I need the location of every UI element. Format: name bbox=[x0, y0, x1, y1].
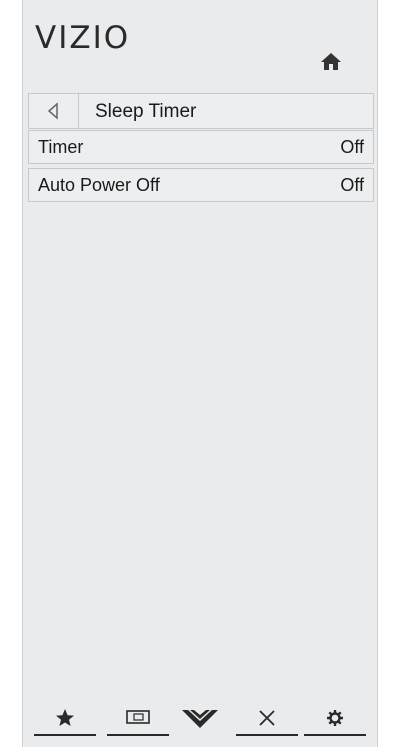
vizio-button[interactable] bbox=[169, 700, 231, 736]
vizio-v-icon bbox=[182, 710, 218, 728]
star-icon bbox=[56, 709, 74, 726]
settings-button[interactable] bbox=[304, 700, 366, 736]
favorites-button[interactable] bbox=[34, 700, 96, 736]
menu-item-auto-power-off[interactable]: Auto Power Off Off bbox=[28, 168, 374, 202]
menu-item-label: Timer bbox=[38, 137, 84, 157]
back-arrow-icon bbox=[47, 102, 58, 120]
screen-icon bbox=[126, 710, 150, 724]
page-header: Sleep Timer bbox=[28, 93, 374, 129]
menu-item-value: Off bbox=[340, 137, 364, 157]
menu-item-value: Off bbox=[340, 175, 364, 195]
input-button[interactable] bbox=[107, 700, 169, 736]
menu-item-label: Auto Power Off bbox=[38, 175, 160, 195]
menu-item-timer[interactable]: Timer Off bbox=[28, 130, 374, 164]
close-button[interactable] bbox=[236, 700, 298, 736]
back-button[interactable] bbox=[29, 94, 79, 128]
home-icon[interactable] bbox=[318, 50, 344, 72]
vizio-logo: VIZIO bbox=[35, 20, 131, 56]
bottom-nav bbox=[22, 700, 378, 740]
close-icon bbox=[259, 710, 275, 726]
gear-icon bbox=[327, 710, 343, 726]
page-title: Sleep Timer bbox=[95, 101, 197, 122]
